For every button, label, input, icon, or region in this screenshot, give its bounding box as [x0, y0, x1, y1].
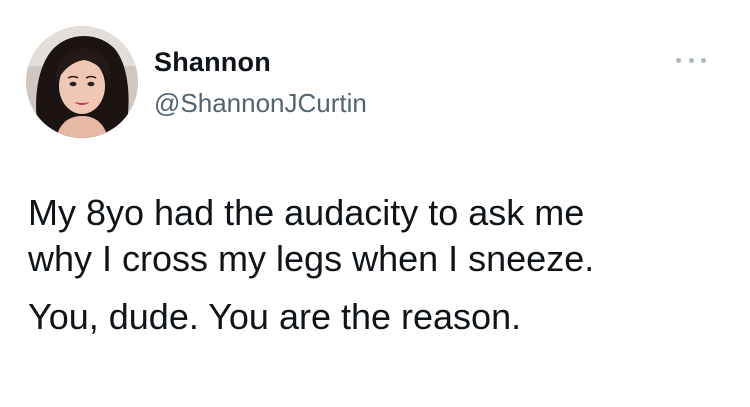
avatar-photo-icon: [26, 26, 138, 138]
tweet-line-1: My 8yo had the audacity to ask me: [28, 192, 585, 233]
tweet-paragraph-2: You, dude. You are the reason.: [28, 296, 522, 337]
tweet-line-2: why I cross my legs when I sneeze.: [28, 238, 595, 279]
display-name[interactable]: Shannon: [154, 46, 367, 78]
dot-icon: [676, 57, 681, 63]
dot-icon: [688, 57, 694, 63]
dot-icon: [701, 57, 706, 63]
tweet-card: Shannon @ShannonJCurtin My 8yo had the a…: [0, 0, 750, 407]
tweet-body: My 8yo had the audacity to ask me why I …: [28, 190, 728, 340]
tweet-paragraph-1: My 8yo had the audacity to ask me why I …: [28, 190, 728, 282]
user-info: Shannon @ShannonJCurtin: [154, 46, 367, 118]
avatar[interactable]: [26, 26, 138, 138]
user-handle[interactable]: @ShannonJCurtin: [154, 88, 367, 118]
more-options-icon[interactable]: [676, 52, 706, 68]
